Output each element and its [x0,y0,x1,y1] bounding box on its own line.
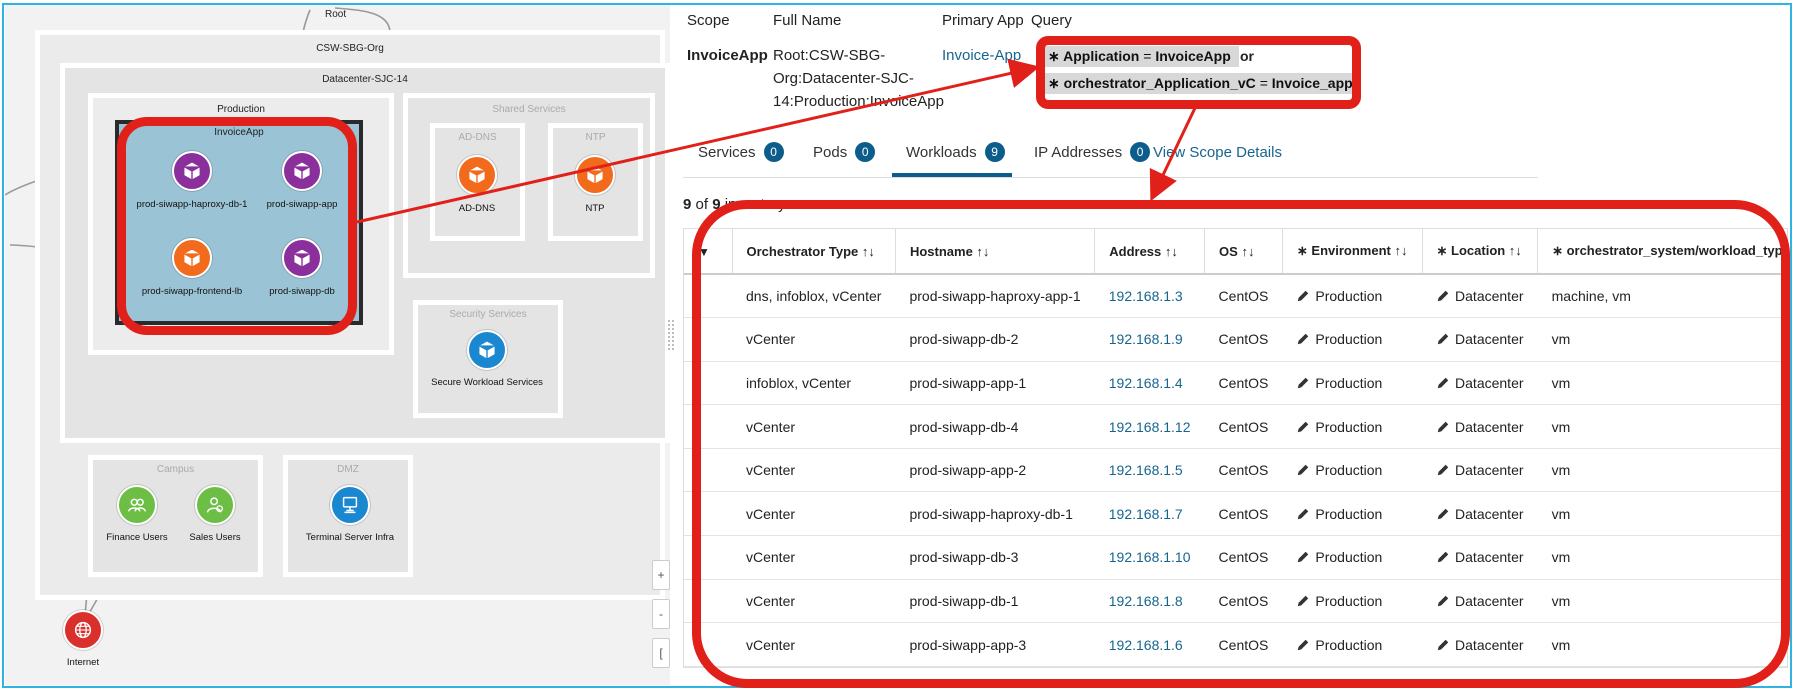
dmz-scope-label: DMZ [337,464,359,475]
full-name-value: Root:CSW-SBG- Org:Datacenter-SJC- 14:Pro… [773,44,944,113]
fit-view-button[interactable]: [ [652,638,670,668]
node-ntp-icon[interactable] [575,155,615,195]
tab-label: Services [698,143,756,161]
primary-app-header: Primary App [942,12,1024,29]
root-label: Root [325,9,347,20]
full-name-line: Root:CSW-SBG- [773,47,886,64]
zoom-out-button[interactable]: - [652,599,670,629]
tab-label: IP Addresses [1034,143,1123,161]
sales-users-label: Sales Users [189,532,241,543]
scope-map[interactable]: Root CSW-SBG-Org Datacenter-SJC-14 Produ… [5,5,670,685]
node-ad-dns-icon[interactable] [457,155,497,195]
tab-count-badge: 0 [1130,142,1151,162]
highlight-invoiceapp-scope [117,117,357,335]
highlight-query [1036,36,1361,109]
production-scope-label: Production [217,104,265,115]
tab-label: Workloads [906,143,977,161]
terminal-server-label: Terminal Server Infra [305,532,395,543]
highlight-workloads-table [692,200,1790,688]
tabs-divider [683,177,1538,178]
tab-workloads[interactable]: Workloads 9 [906,142,1005,162]
full-name-header: Full Name [773,12,842,29]
datacenter-scope-label: Datacenter-SJC-14 [322,74,408,85]
scope-value: InvoiceApp [687,47,768,64]
shared-services-label: Shared Services [492,104,566,115]
view-scope-details-link[interactable]: View Scope Details [1153,144,1282,161]
addns-scope-label: AD-DNS [458,132,497,143]
node-ntp-label: NTP [585,203,605,214]
tab-count-badge: 0 [763,142,784,162]
internet-label: Internet [66,657,100,668]
node-secure-workload-icon[interactable] [467,330,507,370]
active-tab-indicator [892,173,1012,177]
inventory-shown: 9 [683,196,692,213]
tab-pods[interactable]: Pods 0 [813,142,876,162]
security-services-label: Security Services [449,309,527,320]
finance-users-icon[interactable] [117,485,157,525]
campus-scope[interactable]: Campus [88,455,263,577]
query-header: Query [1031,12,1072,29]
campus-scope-label: Campus [156,464,195,475]
terminal-server-icon[interactable] [330,485,370,525]
ntp-scope-label: NTP [585,132,606,143]
inventory-of: of [695,196,709,213]
primary-app-link[interactable]: Invoice-App [942,44,1021,67]
full-name-line: Org:Datacenter-SJC- [773,70,914,87]
tab-count-badge: 9 [984,142,1005,162]
node-ad-dns-label: AD-DNS [458,203,496,214]
tab-label: Pods [813,143,848,161]
node-secure-workload-label: Secure Workload Services [431,377,543,388]
full-name-line: 14:Production:InvoiceApp [773,93,944,110]
panel-resize-handle[interactable] [668,320,674,350]
org-scope-label: CSW-SBG-Org [316,43,384,54]
zoom-in-button[interactable]: + [652,560,670,590]
sales-users-icon[interactable] [195,485,235,525]
tab-services[interactable]: Services 0 [698,142,784,162]
finance-users-label: Finance Users [106,532,168,543]
tab-ip-addresses[interactable]: IP Addresses 0 [1034,142,1151,162]
scope-header: Scope [687,12,730,29]
tab-count-badge: 0 [855,142,876,162]
internet-globe-icon[interactable] [63,610,103,650]
